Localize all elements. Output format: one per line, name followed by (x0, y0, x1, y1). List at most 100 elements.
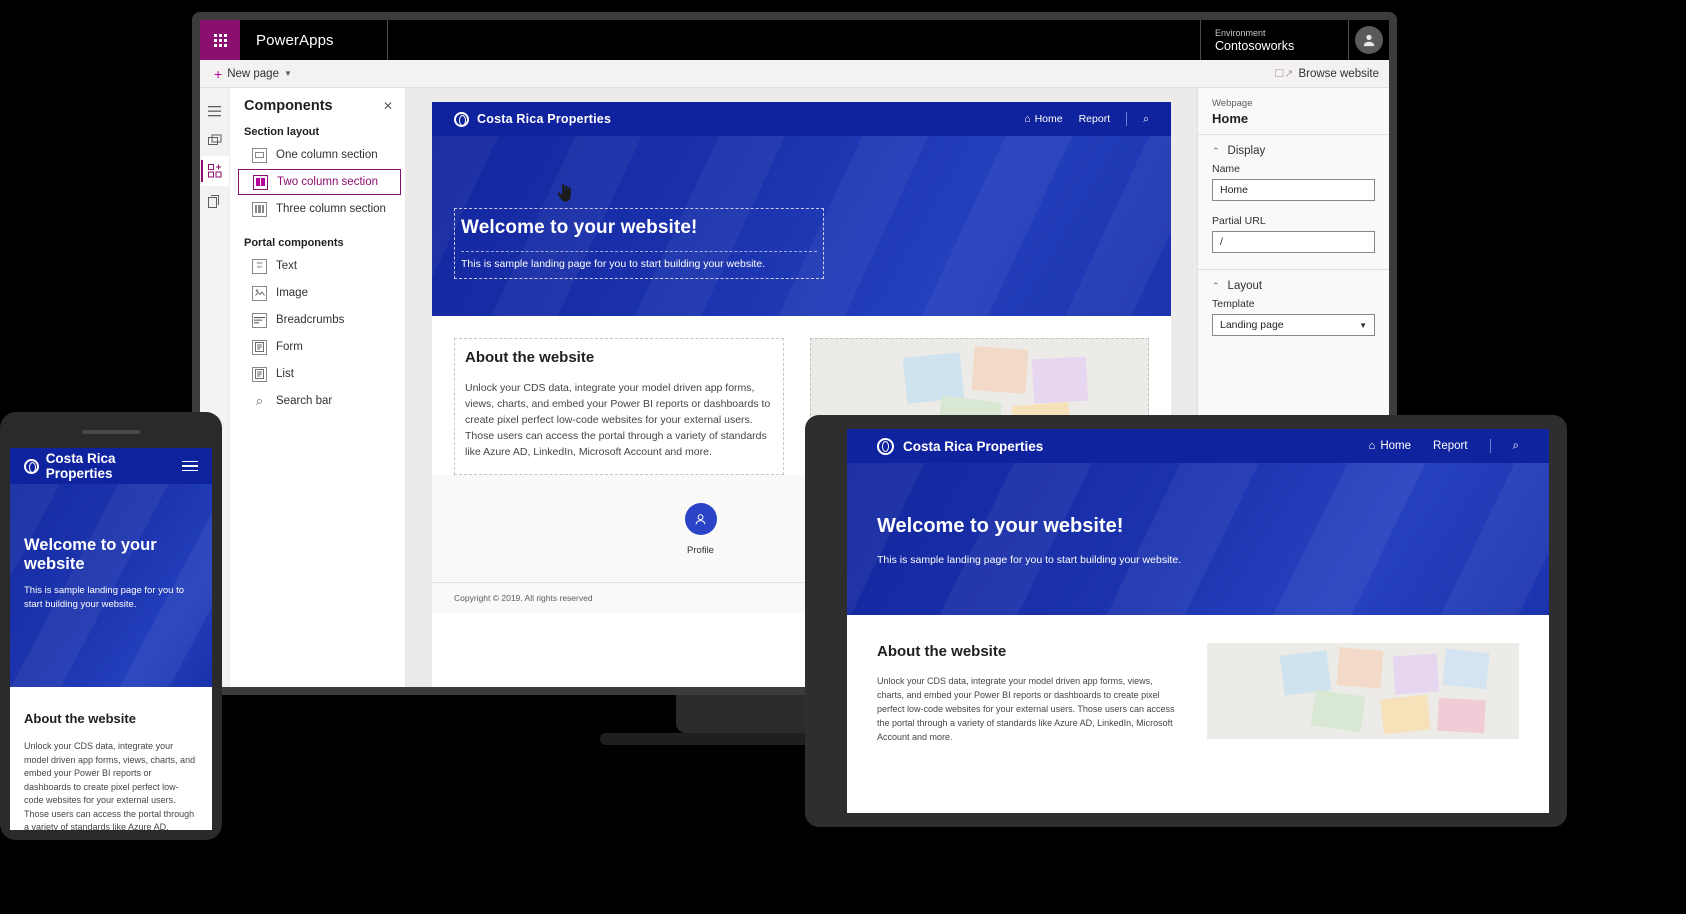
chevron-down-icon: ▼ (283, 69, 292, 78)
nav-divider (1489, 439, 1491, 453)
app-launcher-icon[interactable] (200, 20, 240, 60)
component-one-column-section[interactable]: One column section (238, 142, 401, 168)
command-bar: + New page ▼ ☐↗ Browse website (200, 60, 1389, 88)
site-navbar: Costa Rica Properties ⌂ Home Report ⌕ (432, 102, 1171, 136)
properties-kicker: Webpage (1212, 98, 1253, 109)
accordion-display[interactable]: ⌃ Display (1198, 135, 1389, 159)
component-image[interactable]: Image (238, 280, 401, 306)
close-icon[interactable]: ✕ (383, 99, 393, 113)
account-button[interactable] (1349, 20, 1389, 60)
new-page-label: New page (227, 67, 279, 80)
component-list[interactable]: List (238, 361, 401, 387)
brand-name: Costa Rica Properties (477, 112, 612, 126)
nav-item-label: Home (1034, 113, 1063, 125)
tablet-device-frame: Costa Rica Properties ⌂ Home Report ⌕ We… (805, 415, 1567, 827)
template-dropdown[interactable]: Landing page ▼ (1212, 314, 1375, 336)
hamburger-icon[interactable] (201, 96, 229, 126)
hero-title: Welcome to your website! (461, 217, 698, 238)
sidebar-item-components[interactable] (200, 156, 229, 186)
field-partial-url: Partial URL / (1198, 211, 1389, 263)
component-text[interactable]: Abc def Text (238, 253, 401, 279)
nav-item-home[interactable]: ⌂ Home (1368, 440, 1411, 452)
phone-navbar: Costa Rica Properties (10, 448, 212, 484)
environment-label: Environment (1215, 27, 1266, 38)
ring-logo-icon (24, 458, 39, 474)
site-hero: Welcome to your website! This is sample … (432, 136, 1171, 316)
phone-hero-subtitle: This is sample landing page for you to s… (24, 585, 185, 610)
nav-item-label: Report (1078, 113, 1111, 125)
browse-website-button[interactable]: ☐↗ Browse website (1274, 67, 1379, 81)
search-icon: ⌕ (252, 393, 267, 409)
sidebar-item-pages[interactable] (201, 126, 229, 156)
nav-item-report[interactable]: Report (1433, 440, 1468, 452)
component-label: Search bar (276, 395, 333, 407)
partial-url-input[interactable]: / (1212, 231, 1375, 253)
tablet-site-preview: Costa Rica Properties ⌂ Home Report ⌕ We… (847, 429, 1549, 813)
photo-mock (1207, 643, 1519, 739)
properties-title: Home (1212, 111, 1249, 126)
phone-speaker (82, 430, 140, 434)
hero-text-block[interactable]: Welcome to your website! This is sample … (454, 208, 824, 279)
ring-logo-icon (877, 437, 894, 455)
nav-item-label: Home (1380, 440, 1412, 452)
accordion-label: Layout (1227, 280, 1263, 292)
about-title: About the website (465, 349, 595, 366)
tile-profile[interactable]: Profile (684, 503, 717, 556)
nav-item-home[interactable]: ⌂ Home (1024, 113, 1062, 125)
component-two-column-section[interactable]: Two column section (238, 169, 401, 195)
site-nav-links: ⌂ Home Report ⌕ (1024, 112, 1149, 126)
component-label: Breadcrumbs (276, 314, 345, 326)
component-label: One column section (276, 149, 378, 161)
about-body: Unlock your CDS data, integrate your mod… (465, 382, 771, 458)
home-icon: ⌂ (1368, 440, 1376, 452)
component-label: Text (276, 260, 298, 272)
nav-divider (1126, 112, 1128, 126)
accordion-layout[interactable]: ⌃ Layout (1198, 270, 1389, 294)
phone-site-preview: Costa Rica Properties Welcome to your we… (10, 448, 212, 830)
component-form[interactable]: Form (238, 334, 401, 360)
name-input[interactable]: Home (1212, 179, 1375, 201)
nav-item-label: Report (1433, 440, 1468, 452)
tablet-hero-title: Welcome to your website! (877, 515, 1124, 537)
site-brand[interactable]: Costa Rica Properties (454, 111, 612, 127)
component-label: Two column section (277, 176, 378, 188)
sidebar-item-templates[interactable] (201, 186, 229, 216)
template-value: Landing page (1220, 319, 1284, 331)
tablet-about-body: Unlock your CDS data, integrate your mod… (877, 676, 1175, 742)
phone-brand-name: Costa Rica Properties (45, 451, 116, 481)
tablet-hero: Welcome to your website! This is sample … (847, 463, 1549, 615)
environment-picker[interactable]: Environment Contosoworks (1201, 20, 1349, 60)
app-title[interactable]: PowerApps (240, 20, 388, 60)
person-icon (684, 503, 717, 535)
one-column-icon (252, 147, 267, 163)
phone-about-title: About the website (24, 711, 136, 726)
phone-hero: Welcome to your website This is sample l… (10, 484, 212, 687)
component-three-column-section[interactable]: Three column section (238, 196, 401, 222)
tablet-about-text: About the website Unlock your CDS data, … (877, 643, 1177, 744)
search-icon[interactable]: ⌕ (1143, 113, 1149, 126)
group-label-section-layout: Section layout (244, 126, 320, 138)
accordion-label: Display (1227, 145, 1266, 157)
image-icon (252, 285, 267, 301)
search-icon[interactable]: ⌕ (1513, 440, 1519, 453)
component-breadcrumbs[interactable]: Breadcrumbs (238, 307, 401, 333)
list-icon (252, 366, 267, 382)
user-avatar-icon (1355, 26, 1383, 54)
suite-spacer (388, 20, 1201, 60)
environment-value: Contosoworks (1215, 38, 1295, 53)
screenshot-root: PowerApps Environment Contosoworks + New… (0, 0, 1686, 914)
about-text-block[interactable]: About the website Unlock your CDS data, … (454, 338, 784, 475)
plus-icon: + (214, 65, 223, 82)
tablet-hero-subtitle: This is sample landing page for you to s… (877, 554, 1182, 566)
component-search-bar[interactable]: ⌕ Search bar (238, 388, 401, 414)
new-page-button[interactable]: + New page ▼ (210, 67, 296, 81)
hamburger-icon[interactable] (182, 460, 198, 472)
component-label: List (276, 368, 294, 380)
component-label: Image (276, 287, 308, 299)
hero-subtitle: This is sample landing page for you to s… (461, 251, 817, 270)
tablet-nav-links: ⌂ Home Report ⌕ (1368, 439, 1519, 453)
nav-item-report[interactable]: Report (1079, 113, 1111, 125)
field-label: Name (1212, 163, 1241, 175)
chevron-up-icon: ⌃ (1212, 280, 1220, 291)
phone-hero-title: Welcome to your website (24, 536, 157, 573)
